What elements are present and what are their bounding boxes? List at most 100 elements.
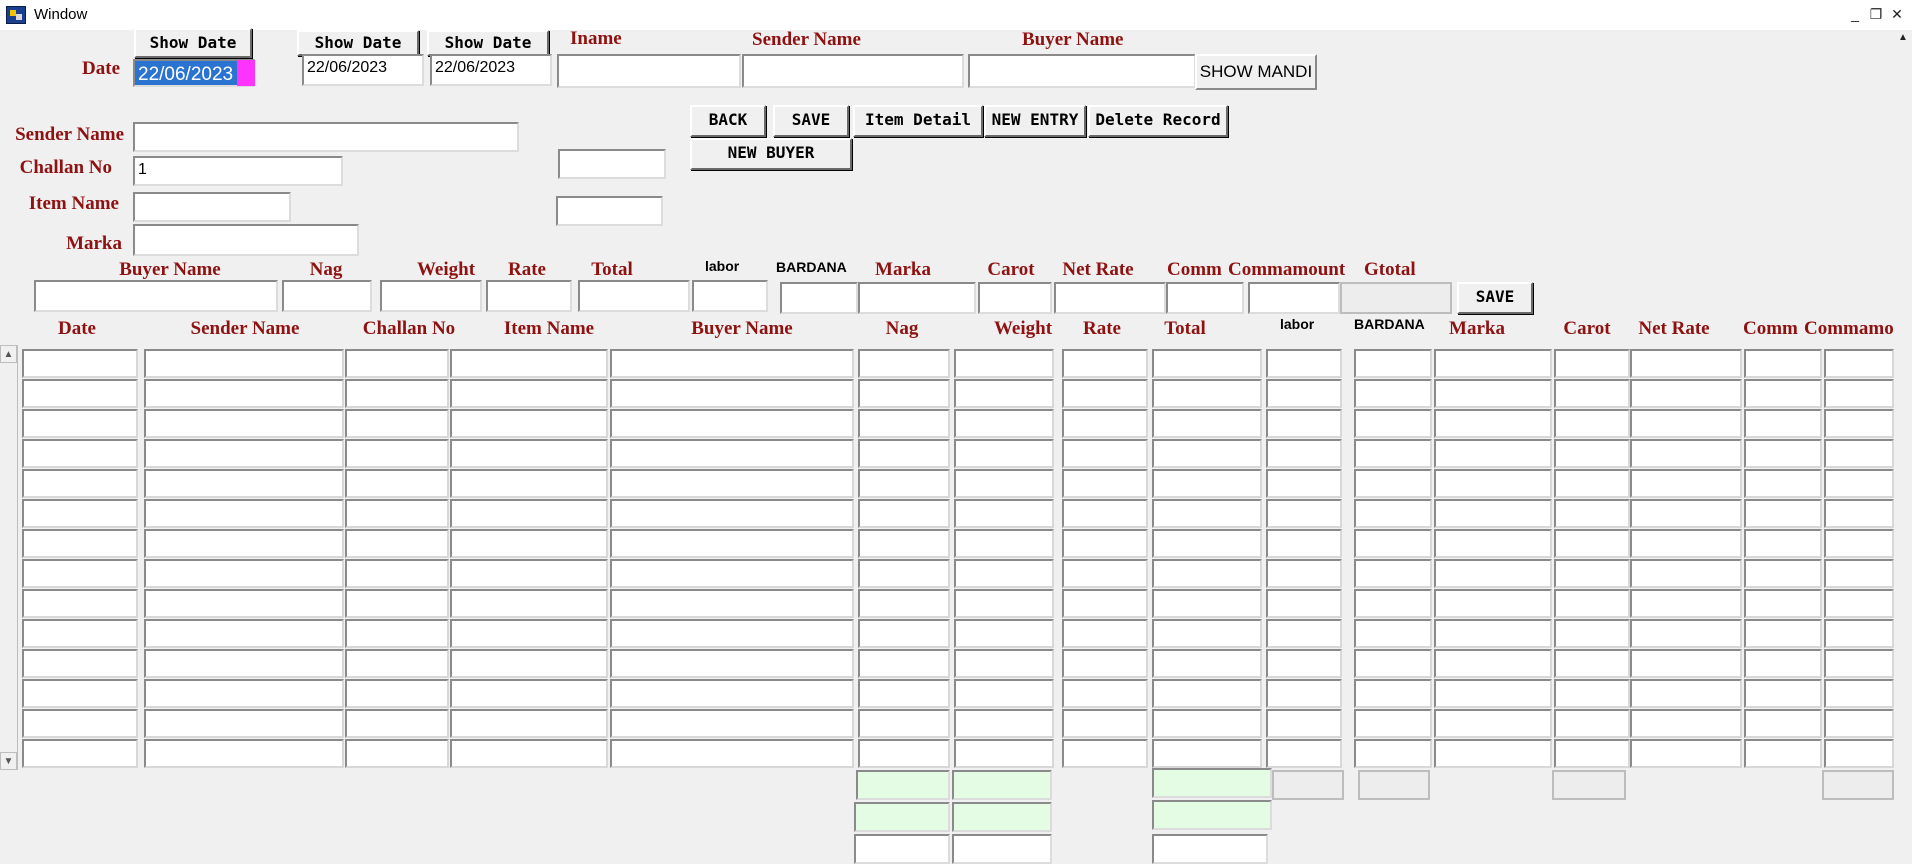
grid-carot-cell[interactable] [1554, 469, 1630, 498]
grid-total-cell[interactable] [1152, 469, 1262, 498]
grid-weight-cell[interactable] [954, 619, 1054, 648]
grid-sender-name-cell[interactable] [144, 739, 344, 768]
grid-bardana-cell[interactable] [1354, 379, 1432, 408]
grid-comm-cell[interactable] [1744, 379, 1822, 408]
grid-labor-cell[interactable] [1266, 469, 1342, 498]
weight-total-field-3[interactable] [952, 834, 1052, 864]
minimize-icon[interactable]: _ [1845, 4, 1865, 24]
grid-marka-cell[interactable] [1434, 649, 1552, 678]
grid-date-cell[interactable] [22, 679, 138, 708]
grid-bardana-cell[interactable] [1354, 469, 1432, 498]
grid-total-cell[interactable] [1152, 349, 1262, 378]
grid-nag-cell[interactable] [858, 439, 950, 468]
total-sum-field-3[interactable] [1152, 834, 1268, 864]
grid-rate-cell[interactable] [1062, 649, 1148, 678]
grid-marka-cell[interactable] [1434, 709, 1552, 738]
grid-labor-cell[interactable] [1266, 709, 1342, 738]
grid-carot-cell[interactable] [1554, 499, 1630, 528]
nag-total-field-2[interactable] [854, 802, 950, 832]
grid-rate-cell[interactable] [1062, 469, 1148, 498]
grid-commamount-cell[interactable] [1824, 739, 1894, 768]
grid-labor-cell[interactable] [1266, 619, 1342, 648]
labor-total-field[interactable] [1272, 770, 1344, 800]
grid-labor-cell[interactable] [1266, 439, 1342, 468]
grid-comm-cell[interactable] [1744, 709, 1822, 738]
entry-total-input[interactable] [578, 280, 690, 312]
grid-nag-cell[interactable] [858, 709, 950, 738]
entry-nag-input[interactable] [282, 280, 372, 312]
grid-item-name-cell[interactable] [450, 379, 608, 408]
total-sum-field-2[interactable] [1152, 800, 1272, 830]
grid-total-cell[interactable] [1152, 529, 1262, 558]
grid-challan-no-cell[interactable] [345, 649, 449, 678]
grid-labor-cell[interactable] [1266, 499, 1342, 528]
grid-net-rate-cell[interactable] [1630, 649, 1742, 678]
grid-bardana-cell[interactable] [1354, 409, 1432, 438]
grid-marka-cell[interactable] [1434, 499, 1552, 528]
grid-rate-cell[interactable] [1062, 709, 1148, 738]
grid-bardana-cell[interactable] [1354, 649, 1432, 678]
grid-rate-cell[interactable] [1062, 739, 1148, 768]
grid-weight-cell[interactable] [954, 739, 1054, 768]
grid-carot-cell[interactable] [1554, 349, 1630, 378]
grid-rate-cell[interactable] [1062, 349, 1148, 378]
grid-marka-cell[interactable] [1434, 529, 1552, 558]
grid-commamount-cell[interactable] [1824, 559, 1894, 588]
grid-item-name-cell[interactable] [450, 469, 608, 498]
grid-weight-cell[interactable] [954, 589, 1054, 618]
grid-marka-cell[interactable] [1434, 739, 1552, 768]
grid-net-rate-cell[interactable] [1630, 499, 1742, 528]
grid-challan-no-cell[interactable] [345, 349, 449, 378]
grid-total-cell[interactable] [1152, 709, 1262, 738]
item-name-input[interactable] [133, 192, 291, 222]
grid-nag-cell[interactable] [858, 499, 950, 528]
grid-sender-name-cell[interactable] [144, 709, 344, 738]
grid-total-cell[interactable] [1152, 589, 1262, 618]
challan-no-input[interactable]: 1 [133, 156, 343, 186]
grid-labor-cell[interactable] [1266, 409, 1342, 438]
grid-bardana-cell[interactable] [1354, 619, 1432, 648]
grid-item-name-cell[interactable] [450, 619, 608, 648]
grid-carot-cell[interactable] [1554, 379, 1630, 408]
grid-item-name-cell[interactable] [450, 499, 608, 528]
grid-scrollbar[interactable]: ▲ ▼ [0, 345, 18, 770]
grid-date-cell[interactable] [22, 589, 138, 618]
grid-labor-cell[interactable] [1266, 559, 1342, 588]
grid-commamount-cell[interactable] [1824, 529, 1894, 558]
grid-rate-cell[interactable] [1062, 559, 1148, 588]
grid-comm-cell[interactable] [1744, 679, 1822, 708]
grid-commamount-cell[interactable] [1824, 379, 1894, 408]
grid-buyer-name-cell[interactable] [610, 559, 854, 588]
grid-comm-cell[interactable] [1744, 499, 1822, 528]
iname-input[interactable] [557, 54, 741, 88]
grid-commamount-cell[interactable] [1824, 619, 1894, 648]
grid-commamount-cell[interactable] [1824, 589, 1894, 618]
grid-nag-cell[interactable] [858, 589, 950, 618]
grid-rate-cell[interactable] [1062, 409, 1148, 438]
entry-save-button[interactable]: SAVE [1457, 282, 1533, 314]
grid-bardana-cell[interactable] [1354, 559, 1432, 588]
weight-total-field-2[interactable] [952, 802, 1052, 832]
grid-commamount-cell[interactable] [1824, 709, 1894, 738]
grid-total-cell[interactable] [1152, 499, 1262, 528]
grid-weight-cell[interactable] [954, 349, 1054, 378]
grid-challan-no-cell[interactable] [345, 529, 449, 558]
grid-nag-cell[interactable] [858, 619, 950, 648]
grid-sender-name-cell[interactable] [144, 589, 344, 618]
grid-date-cell[interactable] [22, 499, 138, 528]
grid-carot-cell[interactable] [1554, 709, 1630, 738]
grid-marka-cell[interactable] [1434, 559, 1552, 588]
restore-icon[interactable]: ❐ [1866, 4, 1886, 24]
grid-net-rate-cell[interactable] [1630, 709, 1742, 738]
grid-challan-no-cell[interactable] [345, 469, 449, 498]
new-buyer-button[interactable]: NEW BUYER [690, 138, 852, 170]
grid-weight-cell[interactable] [954, 439, 1054, 468]
entry-buyer-name-input[interactable] [34, 280, 278, 312]
grid-commamount-cell[interactable] [1824, 679, 1894, 708]
grid-net-rate-cell[interactable] [1630, 739, 1742, 768]
grid-marka-cell[interactable] [1434, 349, 1552, 378]
grid-date-cell[interactable] [22, 469, 138, 498]
grid-labor-cell[interactable] [1266, 349, 1342, 378]
grid-buyer-name-cell[interactable] [610, 529, 854, 558]
grid-nag-cell[interactable] [858, 649, 950, 678]
